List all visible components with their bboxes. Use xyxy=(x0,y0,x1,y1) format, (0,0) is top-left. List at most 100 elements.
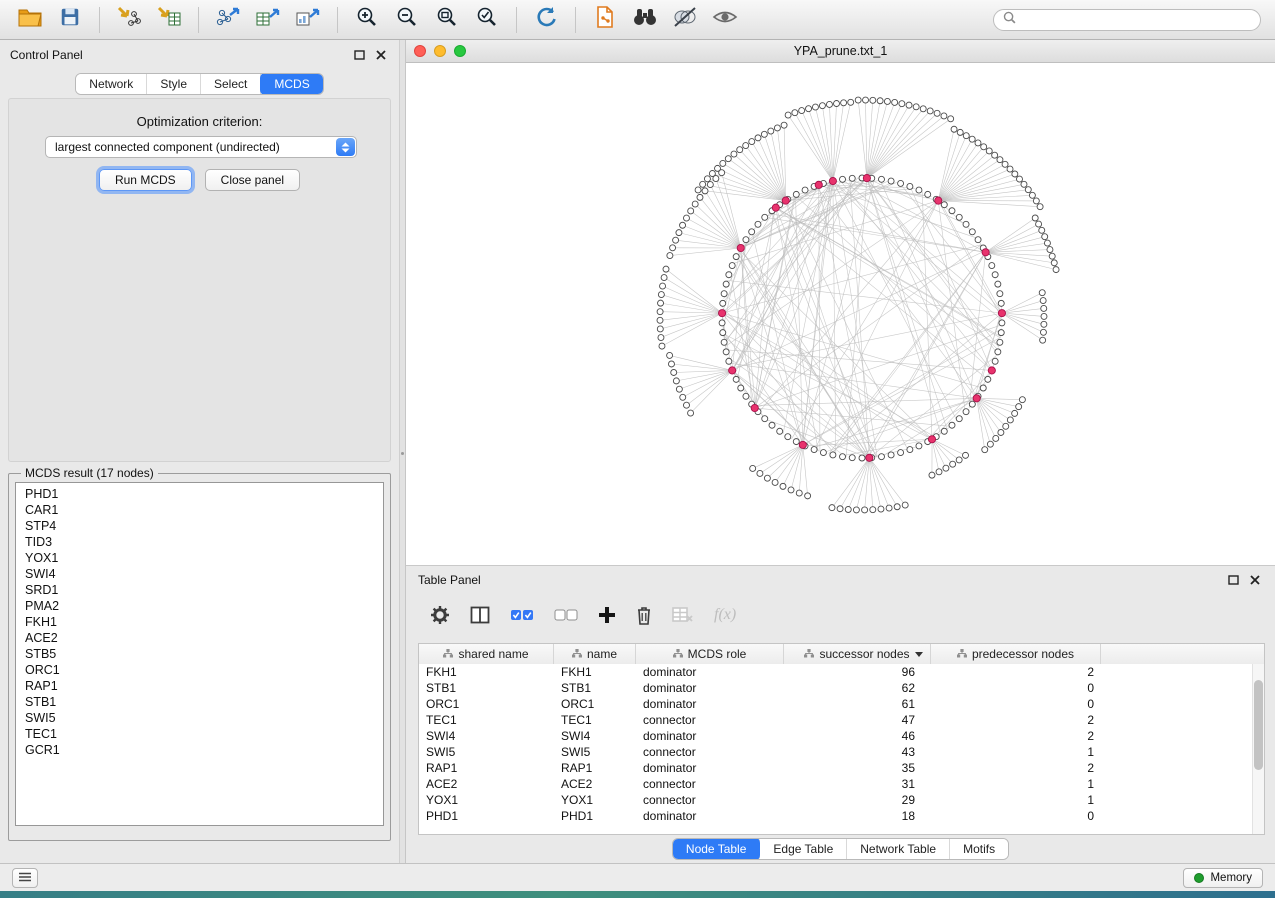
search-field[interactable] xyxy=(993,9,1261,31)
graph-node[interactable] xyxy=(894,504,900,510)
show-hide-button[interactable] xyxy=(709,4,741,36)
tab-network[interactable]: Network xyxy=(76,74,147,94)
table-row[interactable]: ORC1ORC1dominator610 xyxy=(419,696,1264,712)
graph-node[interactable] xyxy=(692,201,698,207)
graph-node[interactable] xyxy=(916,443,922,449)
graph-node[interactable] xyxy=(723,281,729,287)
mcds-result-item[interactable]: STP4 xyxy=(16,518,383,534)
mcds-result-item[interactable]: RAP1 xyxy=(16,678,383,694)
graph-node[interactable] xyxy=(720,330,726,336)
graph-node[interactable] xyxy=(1049,253,1055,259)
graph-node[interactable] xyxy=(997,339,1003,345)
graph-dominator-node[interactable] xyxy=(935,197,942,204)
graph-node[interactable] xyxy=(659,343,665,349)
graph-node[interactable] xyxy=(757,470,763,476)
deselect-all-columns-button[interactable] xyxy=(554,602,578,628)
graph-node[interactable] xyxy=(840,176,846,182)
graph-node[interactable] xyxy=(829,505,835,511)
graph-node[interactable] xyxy=(950,461,956,467)
graph-node[interactable] xyxy=(1041,321,1047,327)
graph-node[interactable] xyxy=(853,507,859,513)
search-input[interactable] xyxy=(1022,13,1251,27)
graph-node[interactable] xyxy=(704,176,710,182)
graph-node[interactable] xyxy=(877,98,883,104)
graph-node[interactable] xyxy=(916,187,922,193)
graph-node[interactable] xyxy=(781,122,787,128)
graph-node[interactable] xyxy=(755,221,761,227)
graph-node[interactable] xyxy=(812,104,818,110)
graph-node[interactable] xyxy=(1016,404,1022,410)
graph-node[interactable] xyxy=(688,410,694,416)
graph-node[interactable] xyxy=(981,144,987,150)
mcds-result-item[interactable]: STB1 xyxy=(16,694,383,710)
mcds-result-item[interactable]: SRD1 xyxy=(16,582,383,598)
graph-node[interactable] xyxy=(1032,215,1038,221)
graph-node[interactable] xyxy=(907,447,913,453)
graph-node[interactable] xyxy=(985,376,991,382)
graph-node[interactable] xyxy=(927,108,933,114)
graph-node[interactable] xyxy=(755,135,761,141)
graph-node[interactable] xyxy=(769,422,775,428)
graph-node[interactable] xyxy=(1007,166,1013,172)
mcds-result-item[interactable]: CAR1 xyxy=(16,502,383,518)
close-panel-button[interactable]: Close panel xyxy=(205,169,300,191)
graph-dominator-node[interactable] xyxy=(772,204,779,211)
graph-node[interactable] xyxy=(830,452,836,458)
graph-node[interactable] xyxy=(941,428,947,434)
column-header-successor-nodes[interactable]: successor nodes xyxy=(784,644,931,664)
graph-node[interactable] xyxy=(725,156,731,162)
graph-node[interactable] xyxy=(697,194,703,200)
table-row[interactable]: FKH1FKH1dominator962 xyxy=(419,664,1264,680)
table-row[interactable]: SWI4SWI4dominator462 xyxy=(419,728,1264,744)
graph-node[interactable] xyxy=(768,128,774,134)
graph-node[interactable] xyxy=(995,349,1001,355)
graph-node[interactable] xyxy=(719,320,725,326)
save-session-button[interactable] xyxy=(54,4,86,36)
graph-node[interactable] xyxy=(855,97,861,103)
mcds-result-item[interactable]: FKH1 xyxy=(16,614,383,630)
graph-node[interactable] xyxy=(785,434,791,440)
graph-node[interactable] xyxy=(997,157,1003,163)
graph-node[interactable] xyxy=(840,454,846,460)
graph-node[interactable] xyxy=(1037,204,1043,210)
graph-node[interactable] xyxy=(956,214,962,220)
graph-node[interactable] xyxy=(811,447,817,453)
graph-node[interactable] xyxy=(888,452,894,458)
graph-node[interactable] xyxy=(792,110,798,116)
mcds-result-item[interactable]: PHD1 xyxy=(16,486,383,502)
graph-node[interactable] xyxy=(670,245,676,251)
graph-node[interactable] xyxy=(949,422,955,428)
graph-node[interactable] xyxy=(949,208,955,214)
graph-node[interactable] xyxy=(658,300,664,306)
graph-node[interactable] xyxy=(657,309,663,315)
graph-node[interactable] xyxy=(774,125,780,131)
mcds-result-item[interactable]: PMA2 xyxy=(16,598,383,614)
graph-node[interactable] xyxy=(723,349,729,355)
graph-node[interactable] xyxy=(683,402,689,408)
graph-node[interactable] xyxy=(870,507,876,513)
graph-node[interactable] xyxy=(998,330,1004,336)
import-network-button[interactable] xyxy=(113,4,145,36)
graph-node[interactable] xyxy=(820,450,826,456)
graph-node[interactable] xyxy=(998,300,1004,306)
graph-node[interactable] xyxy=(700,181,706,187)
export-table-button[interactable] xyxy=(252,4,284,36)
graph-node[interactable] xyxy=(764,475,770,481)
graph-node[interactable] xyxy=(680,222,686,228)
table-row[interactable]: STB1STB1dominator620 xyxy=(419,680,1264,696)
graph-node[interactable] xyxy=(733,376,739,382)
graph-node[interactable] xyxy=(743,143,749,149)
log-console-button[interactable] xyxy=(12,868,38,888)
export-image-button[interactable] xyxy=(292,4,324,36)
graph-node[interactable] xyxy=(726,272,732,278)
criterion-dropdown[interactable]: largest connected component (undirected) xyxy=(45,136,357,158)
graph-node[interactable] xyxy=(743,237,749,243)
graph-node[interactable] xyxy=(676,386,682,392)
graph-node[interactable] xyxy=(980,385,986,391)
graph-node[interactable] xyxy=(892,99,898,105)
graph-node[interactable] xyxy=(743,393,749,399)
graph-dominator-node[interactable] xyxy=(863,174,870,181)
graph-node[interactable] xyxy=(975,237,981,243)
graph-node[interactable] xyxy=(834,101,840,107)
zoom-out-button[interactable] xyxy=(391,4,423,36)
